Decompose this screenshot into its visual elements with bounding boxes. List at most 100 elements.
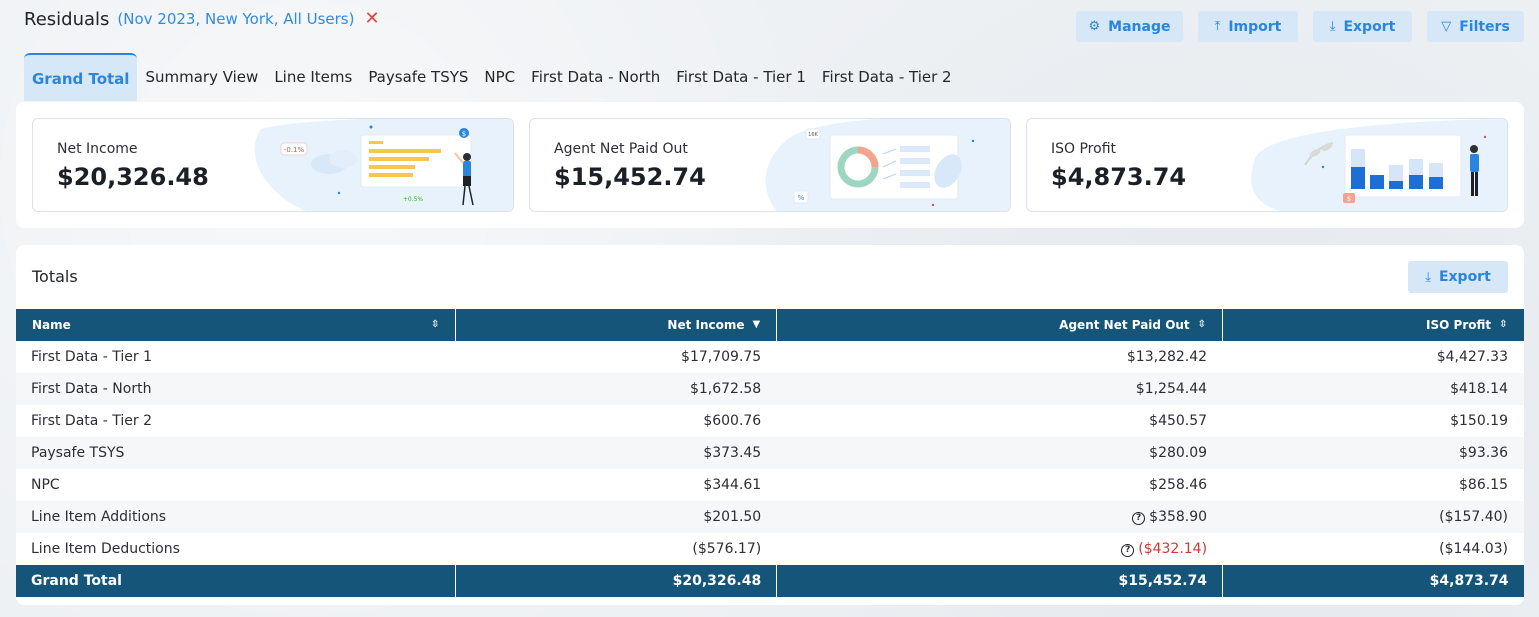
filters-button-label: Filters: [1459, 18, 1510, 35]
tab-paysafe-tsys[interactable]: Paysafe TSYS: [360, 53, 476, 101]
card-label: Net Income: [57, 141, 138, 157]
illus-tag: +0.5%: [403, 196, 424, 203]
totals-title: Totals: [32, 267, 78, 286]
export-button[interactable]: ⤓ Export: [1313, 11, 1412, 42]
row-iso-profit: $4,427.33: [1436, 349, 1508, 365]
row-iso-profit: $150.19: [1450, 413, 1508, 429]
totals-table: Name ⇳ Net Income ▼ Agent Net Paid Out ⇳: [16, 309, 1524, 597]
tab-line-items[interactable]: Line Items: [266, 53, 360, 101]
column-header-label: ISO Profit: [1426, 318, 1492, 332]
active-filter-summary[interactable]: (Nov 2023, New York, All Users): [117, 10, 354, 28]
table-row: NPC $344.61 $258.46 $86.15: [16, 469, 1524, 501]
iso-profit-card: ISO Profit $4,873.74 $: [1026, 118, 1508, 212]
table-row: First Data - Tier 2 $600.76 $450.57 $150…: [16, 405, 1524, 437]
table-row: Paysafe TSYS $373.45 $280.09 $93.36: [16, 437, 1524, 469]
tab-first-data-north[interactable]: First Data - North: [523, 53, 668, 101]
sort-icon[interactable]: ⇳: [1499, 320, 1507, 330]
sort-icon[interactable]: ⇳: [431, 320, 439, 330]
card-value: $20,326.48: [57, 163, 209, 191]
help-icon[interactable]: ?: [1132, 512, 1146, 525]
column-header-iso-profit[interactable]: ISO Profit ⇳: [1222, 309, 1524, 341]
column-header-net-income[interactable]: Net Income ▼: [455, 309, 778, 341]
help-icon[interactable]: ?: [1121, 544, 1135, 557]
footer-net-income: $20,326.48: [455, 565, 778, 597]
footer-name: Grand Total: [16, 565, 457, 597]
tab-bar: Grand Total Summary View Line Items Pays…: [24, 53, 960, 101]
illus-tag: %: [798, 194, 805, 202]
row-agent-net-paid-out: $13,282.42: [1126, 349, 1208, 365]
column-header-agent-net-paid-out[interactable]: Agent Net Paid Out ⇳: [776, 309, 1224, 341]
row-name: NPC: [31, 477, 60, 493]
footer-agent-net-paid-out: $15,452.74: [776, 565, 1224, 597]
column-header-label: Name: [32, 318, 71, 332]
row-iso-profit: ($144.03): [1439, 541, 1508, 557]
card-label: Agent Net Paid Out: [554, 141, 688, 157]
funnel-icon: ▽: [1441, 19, 1452, 34]
row-net-income: $17,709.75: [681, 349, 762, 365]
tab-first-data-tier-1[interactable]: First Data - Tier 1: [668, 53, 814, 101]
tab-npc[interactable]: NPC: [476, 53, 523, 101]
row-net-income: $600.76: [703, 413, 762, 429]
sort-icon[interactable]: ⇳: [1198, 320, 1206, 330]
close-icon[interactable]: ✕: [364, 10, 379, 28]
card-value: $4,873.74: [1051, 163, 1187, 191]
row-iso-profit: $93.36: [1222, 437, 1524, 469]
sort-desc-icon[interactable]: ▼: [753, 320, 761, 330]
export-button-label: Export: [1343, 18, 1396, 35]
filters-button[interactable]: ▽ Filters: [1427, 11, 1524, 42]
row-agent-net-paid-out: $280.09: [776, 437, 1223, 469]
totals-panel: Totals ⤓ Export Name ⇳ Net Income ▼ Agen…: [16, 245, 1524, 605]
column-header-name[interactable]: Name ⇳: [16, 309, 457, 341]
row-name: First Data - Tier 1: [31, 349, 153, 365]
tab-summary-view[interactable]: Summary View: [137, 53, 266, 101]
illus-tag: 16K: [808, 132, 818, 138]
tab-grand-total[interactable]: Grand Total: [24, 53, 138, 101]
card-value: $15,452.74: [554, 163, 706, 191]
footer-iso-profit: $4,873.74: [1222, 565, 1524, 597]
table-row: First Data - Tier 1 $17,709.75 $13,282.4…: [16, 341, 1524, 373]
row-name: Line Item Additions: [16, 501, 456, 533]
illus-tag: $: [462, 130, 466, 138]
row-agent-net-paid-out: $258.46: [1149, 477, 1208, 493]
download-icon: ⤓: [1329, 19, 1336, 34]
row-agent-net-paid-out: $358.90: [1149, 509, 1208, 525]
upload-icon: ⤒: [1214, 19, 1221, 34]
kpi-cards-panel: Net Income $20,326.48 -0.1% +0.5% $ Agen…: [16, 102, 1524, 228]
table-row: Line Item Additions $201.50 ? $358.90 ($1…: [16, 501, 1524, 533]
row-agent-net-paid-out-cell: ? $358.90: [776, 501, 1223, 533]
row-agent-net-paid-out: $450.57: [1149, 413, 1208, 429]
row-net-income: $373.45: [455, 437, 777, 469]
totals-export-label: Export: [1438, 269, 1491, 285]
page-title: Residuals: [24, 8, 110, 30]
net-income-illustration: -0.1% +0.5% $: [254, 119, 513, 211]
card-label: ISO Profit: [1051, 141, 1117, 157]
table-header-row: Name ⇳ Net Income ▼ Agent Net Paid Out ⇳: [16, 309, 1524, 341]
row-iso-profit: $86.15: [1459, 477, 1508, 493]
column-header-label: Net Income: [667, 318, 745, 332]
page-header: Residuals (Nov 2023, New York, All Users…: [24, 6, 380, 32]
row-name: First Data - Tier 2: [31, 413, 153, 429]
download-icon: ⤓: [1425, 269, 1431, 285]
totals-export-button[interactable]: ⤓ Export: [1408, 261, 1508, 293]
net-income-card: Net Income $20,326.48 -0.1% +0.5% $: [32, 118, 514, 212]
agent-net-paid-out-card: Agent Net Paid Out $15,452.74 16K %: [529, 118, 1011, 212]
grand-total-row: Grand Total $20,326.48 $15,452.74 $4,873…: [16, 565, 1524, 597]
table-row: First Data - North $1,672.58 $1,254.44 $…: [16, 373, 1524, 405]
row-iso-profit: ($157.40): [1222, 501, 1524, 533]
import-button[interactable]: ⤒ Import: [1198, 11, 1298, 42]
row-name: Paysafe TSYS: [16, 437, 456, 469]
iso-profit-illustration: $: [1251, 119, 1507, 211]
row-net-income: $344.61: [703, 477, 762, 493]
illus-tag: $: [1347, 195, 1351, 203]
agent-paid-out-illustration: 16K %: [765, 119, 1010, 211]
row-name: First Data - North: [16, 373, 456, 405]
import-button-label: Import: [1228, 18, 1282, 35]
illus-tag: -0.1%: [284, 146, 305, 154]
gear-icon: ⚙: [1088, 19, 1101, 34]
tab-first-data-tier-2[interactable]: First Data - Tier 2: [814, 53, 960, 101]
row-iso-profit: $418.14: [1222, 373, 1524, 405]
row-agent-net-paid-out-cell: ? ($432.14): [777, 533, 1223, 565]
manage-button[interactable]: ⚙ Manage: [1076, 11, 1183, 42]
manage-button-label: Manage: [1108, 18, 1171, 35]
row-name: Line Item Deductions: [31, 541, 180, 557]
